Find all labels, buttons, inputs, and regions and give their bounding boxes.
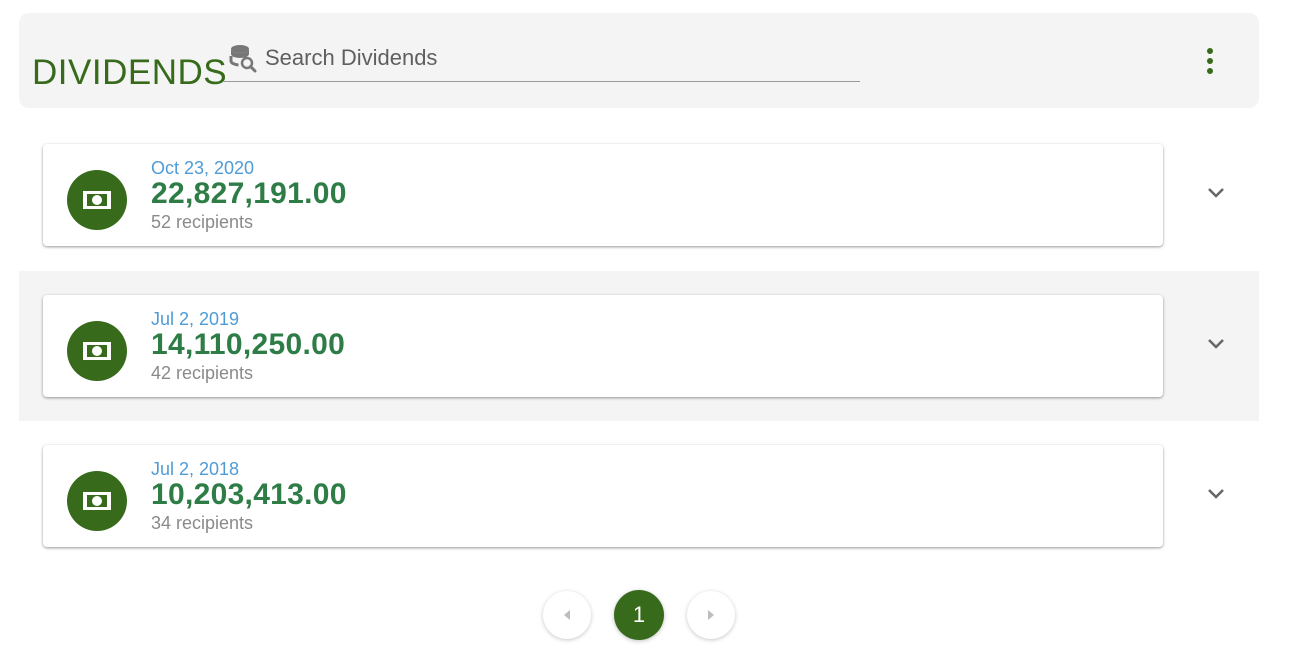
chevron-down-icon: [1208, 188, 1224, 198]
expand-button[interactable]: [1201, 329, 1231, 359]
dividend-date: Jul 2, 2018: [151, 459, 240, 479]
more-vert-icon: [1207, 48, 1213, 54]
dividend-amount: 22,827,191.00: [151, 177, 347, 210]
dividends-header: DIVIDENDS: [19, 13, 1259, 108]
page-number-current[interactable]: 1: [614, 590, 664, 640]
dividend-row: Oct 23, 2020 22,827,191.00 52 recipients: [19, 120, 1259, 270]
expand-button[interactable]: [1201, 178, 1231, 208]
caret-right-icon: [708, 610, 714, 620]
money-icon: [67, 170, 127, 230]
money-icon: [67, 321, 127, 381]
recipient-count: 34 recipients: [151, 513, 254, 533]
recipient-count: 42 recipients: [151, 363, 254, 383]
expand-button[interactable]: [1201, 479, 1231, 509]
more-options-button[interactable]: [1199, 45, 1221, 77]
dividend-date: Jul 2, 2019: [151, 309, 240, 329]
dividend-card[interactable]: Jul 2, 2019 14,110,250.00 42 recipients: [43, 295, 1163, 397]
dividend-row: Jul 2, 2019 14,110,250.00 42 recipients: [19, 271, 1259, 421]
chevron-down-icon: [1208, 489, 1224, 499]
dividend-amount: 14,110,250.00: [151, 328, 346, 361]
search-input[interactable]: [265, 43, 845, 73]
database-search-icon: [228, 43, 258, 73]
caret-left-icon: [564, 610, 570, 620]
recipient-count: 52 recipients: [151, 212, 254, 232]
dividend-date: Oct 23, 2020: [151, 158, 255, 178]
dividend-row: Jul 2, 2018 10,203,413.00 34 recipients: [19, 421, 1259, 571]
next-page-button[interactable]: [687, 591, 735, 639]
page-title: DIVIDENDS: [32, 53, 228, 92]
money-icon: [67, 471, 127, 531]
dividend-amount: 10,203,413.00: [151, 478, 347, 511]
dividend-card[interactable]: Jul 2, 2018 10,203,413.00 34 recipients: [43, 445, 1163, 547]
search-bar[interactable]: [224, 41, 860, 82]
dividend-card[interactable]: Oct 23, 2020 22,827,191.00 52 recipients: [43, 144, 1163, 246]
previous-page-button[interactable]: [543, 591, 591, 639]
chevron-down-icon: [1208, 339, 1224, 349]
